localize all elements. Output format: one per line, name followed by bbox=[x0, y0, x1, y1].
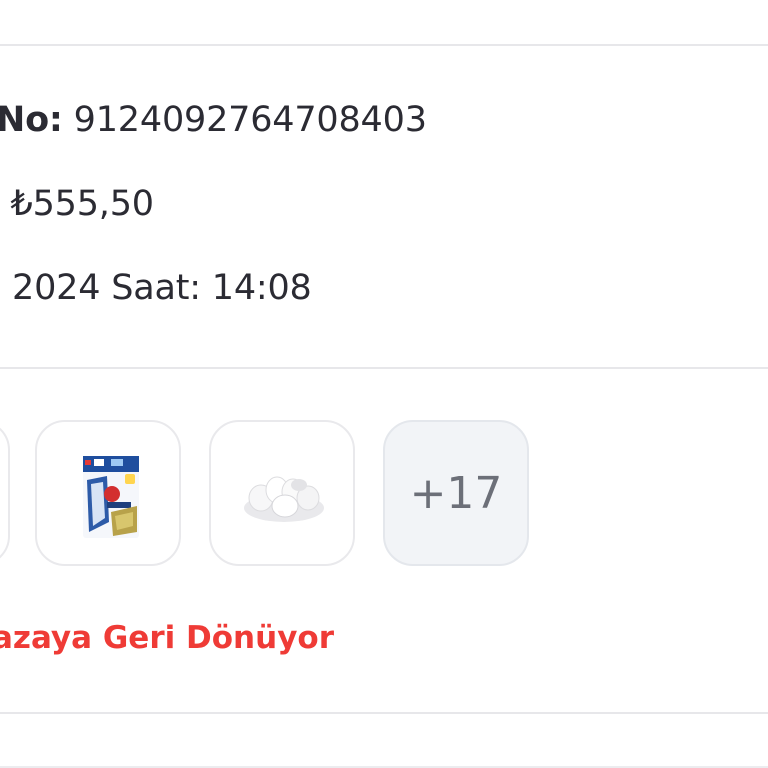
order-date-text: 2024 Saat: 14:08 bbox=[12, 268, 312, 308]
order-screen: No: 9124092764708403 : ₺555,50 2024 Saat… bbox=[0, 0, 768, 768]
order-number-label: No: bbox=[0, 100, 63, 140]
product-image-partial bbox=[0, 422, 10, 566]
product-thumbnail-eggs[interactable] bbox=[209, 420, 355, 566]
order-amount-line: : ₺555,50 bbox=[0, 184, 155, 224]
eggs-image bbox=[244, 476, 324, 522]
product-thumbnail-frozen-food[interactable] bbox=[35, 420, 181, 566]
order-card[interactable] bbox=[0, 44, 768, 714]
more-items-button[interactable]: +17 bbox=[383, 420, 529, 566]
frozen-food-package-image bbox=[83, 456, 139, 538]
order-number-line: No: 9124092764708403 bbox=[0, 100, 427, 140]
product-thumbnail-partial[interactable] bbox=[0, 420, 10, 566]
section-divider bbox=[0, 367, 768, 369]
order-number-value: 9124092764708403 bbox=[73, 100, 427, 140]
order-date-line: 2024 Saat: 14:08 bbox=[12, 268, 312, 308]
more-items-count: +17 bbox=[409, 467, 503, 519]
order-status-text: azaya Geri Dönüyor bbox=[0, 620, 334, 656]
order-amount-value: ₺555,50 bbox=[10, 184, 155, 224]
